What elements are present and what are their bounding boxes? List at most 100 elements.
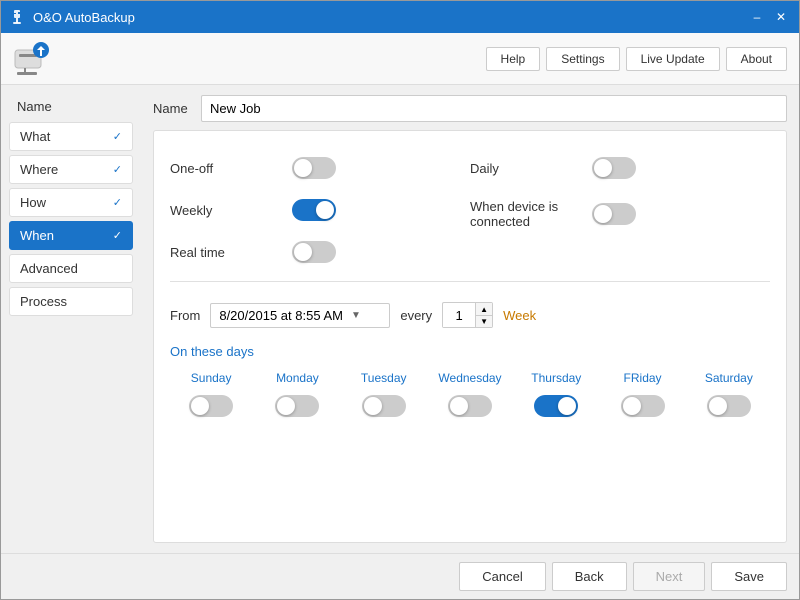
week-label: Week bbox=[503, 308, 536, 323]
sidebar-item-advanced[interactable]: Advanced bbox=[9, 254, 133, 283]
every-input[interactable] bbox=[443, 304, 475, 327]
title-bar: O&O AutoBackup – ✕ bbox=[1, 1, 799, 33]
sidebar-how-label: How bbox=[20, 195, 46, 210]
name-row: Name bbox=[153, 95, 787, 122]
when-connected-label: When device is connected bbox=[470, 199, 580, 229]
every-stepper[interactable]: ▲ ▼ bbox=[442, 302, 493, 328]
weekly-label: Weekly bbox=[170, 203, 280, 218]
daily-toggle[interactable] bbox=[592, 157, 636, 179]
sidebar-item-what[interactable]: What ✓ bbox=[9, 122, 133, 151]
weekly-thumb bbox=[316, 201, 334, 219]
sidebar-process-label: Process bbox=[20, 294, 67, 309]
app-icon bbox=[9, 9, 25, 25]
about-button[interactable]: About bbox=[726, 47, 787, 71]
minimize-button[interactable]: – bbox=[747, 7, 767, 27]
saturday-toggle[interactable] bbox=[707, 395, 751, 417]
sidebar-advanced-label: Advanced bbox=[20, 261, 78, 276]
cancel-button[interactable]: Cancel bbox=[459, 562, 545, 591]
monday-thumb bbox=[277, 397, 295, 415]
daily-label: Daily bbox=[470, 161, 580, 176]
settings-button[interactable]: Settings bbox=[546, 47, 619, 71]
real-time-toggle[interactable] bbox=[292, 241, 336, 263]
toolbar: Help Settings Live Update About bbox=[1, 33, 799, 85]
next-button[interactable]: Next bbox=[633, 562, 706, 591]
sidebar-name-label: Name bbox=[9, 95, 133, 118]
when-panel: One-off Weekly bbox=[153, 130, 787, 543]
friday-toggle[interactable] bbox=[621, 395, 665, 417]
window-title: O&O AutoBackup bbox=[33, 10, 135, 25]
tuesday-toggle-wrap bbox=[343, 395, 425, 417]
days-title: On these days bbox=[170, 344, 770, 359]
name-label: Name bbox=[153, 101, 193, 116]
from-row: From 8/20/2015 at 8:55 AM ▼ every ▲ ▼ We… bbox=[170, 290, 770, 340]
thursday-thumb bbox=[558, 397, 576, 415]
job-name-input[interactable] bbox=[201, 95, 787, 122]
daily-thumb bbox=[594, 159, 612, 177]
saturday-track bbox=[707, 395, 751, 417]
day-name-wednesday: Wednesday bbox=[429, 371, 511, 391]
one-off-thumb bbox=[294, 159, 312, 177]
day-name-tuesday: Tuesday bbox=[343, 371, 425, 391]
sunday-toggle[interactable] bbox=[189, 395, 233, 417]
sidebar-where-label: Where bbox=[20, 162, 58, 177]
footer-buttons: Cancel Back Next Save bbox=[1, 553, 799, 599]
thursday-toggle[interactable] bbox=[534, 395, 578, 417]
tuesday-track bbox=[362, 395, 406, 417]
tuesday-toggle[interactable] bbox=[362, 395, 406, 417]
real-time-track bbox=[292, 241, 336, 263]
monday-track bbox=[275, 395, 319, 417]
when-connected-toggle[interactable] bbox=[592, 203, 636, 225]
sidebar-item-how[interactable]: How ✓ bbox=[9, 188, 133, 217]
sidebar-what-check: ✓ bbox=[113, 130, 122, 143]
schedule-right-col: Daily When device is connected bbox=[470, 147, 770, 273]
daily-track bbox=[592, 157, 636, 179]
friday-toggle-wrap bbox=[601, 395, 683, 417]
monday-toggle[interactable] bbox=[275, 395, 319, 417]
wednesday-toggle[interactable] bbox=[448, 395, 492, 417]
one-off-track bbox=[292, 157, 336, 179]
divider bbox=[170, 281, 770, 282]
sidebar-item-where[interactable]: Where ✓ bbox=[9, 155, 133, 184]
spinner-down[interactable]: ▼ bbox=[476, 315, 492, 327]
day-name-saturday: Saturday bbox=[688, 371, 770, 391]
saturday-toggle-wrap bbox=[688, 395, 770, 417]
one-off-toggle[interactable] bbox=[292, 157, 336, 179]
app-window: O&O AutoBackup – ✕ Help Settings Live Up… bbox=[0, 0, 800, 600]
sidebar-when-label: When bbox=[20, 228, 54, 243]
sidebar-item-process[interactable]: Process bbox=[9, 287, 133, 316]
close-button[interactable]: ✕ bbox=[771, 7, 791, 27]
schedule-options: One-off Weekly bbox=[170, 147, 770, 273]
help-button[interactable]: Help bbox=[486, 47, 541, 71]
when-connected-track bbox=[592, 203, 636, 225]
sidebar-where-check: ✓ bbox=[113, 163, 122, 176]
real-time-label: Real time bbox=[170, 245, 280, 260]
when-connected-row: When device is connected bbox=[470, 189, 770, 239]
sidebar: Name What ✓ Where ✓ How ✓ When ✓ Advance… bbox=[1, 85, 141, 553]
back-button[interactable]: Back bbox=[552, 562, 627, 591]
every-label: every bbox=[400, 308, 432, 323]
day-name-friday: FRiday bbox=[601, 371, 683, 391]
live-update-button[interactable]: Live Update bbox=[626, 47, 720, 71]
spinner-buttons: ▲ ▼ bbox=[475, 303, 492, 327]
day-name-sunday: Sunday bbox=[170, 371, 252, 391]
one-off-label: One-off bbox=[170, 161, 280, 176]
sidebar-item-when[interactable]: When ✓ bbox=[9, 221, 133, 250]
wednesday-thumb bbox=[450, 397, 468, 415]
daily-row: Daily bbox=[470, 147, 770, 189]
spinner-up[interactable]: ▲ bbox=[476, 303, 492, 315]
title-bar-left: O&O AutoBackup bbox=[9, 9, 135, 25]
date-select[interactable]: 8/20/2015 at 8:55 AM ▼ bbox=[210, 303, 390, 328]
monday-toggle-wrap bbox=[256, 395, 338, 417]
real-time-row: Real time bbox=[170, 231, 470, 273]
date-value: 8/20/2015 at 8:55 AM bbox=[219, 308, 343, 323]
date-dropdown-arrow: ▼ bbox=[351, 310, 361, 321]
real-time-thumb bbox=[294, 243, 312, 261]
from-label: From bbox=[170, 308, 200, 323]
save-button[interactable]: Save bbox=[711, 562, 787, 591]
tuesday-thumb bbox=[364, 397, 382, 415]
logo-icon bbox=[13, 40, 51, 78]
one-off-row: One-off bbox=[170, 147, 470, 189]
title-bar-controls: – ✕ bbox=[747, 7, 791, 27]
weekly-toggle[interactable] bbox=[292, 199, 336, 221]
day-name-thursday: Thursday bbox=[515, 371, 597, 391]
